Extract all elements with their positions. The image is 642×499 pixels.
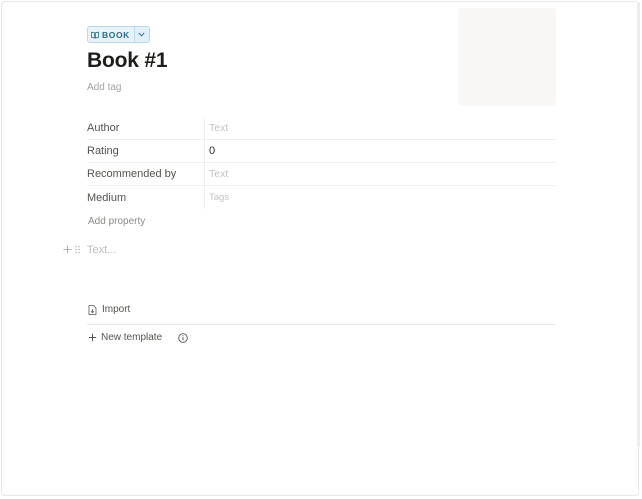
property-row-author: Author Text	[87, 117, 556, 140]
property-row-medium: Medium Tags	[87, 186, 556, 209]
properties-table: Author Text Rating 0 Recommended by Text…	[87, 117, 556, 209]
new-template-row: New template	[88, 332, 188, 343]
drag-handle-icon[interactable]	[74, 245, 81, 254]
import-button[interactable]: Import	[88, 304, 130, 315]
import-label: Import	[102, 304, 131, 315]
property-value-author[interactable]: Text	[205, 117, 556, 139]
file-import-icon	[88, 304, 97, 315]
divider	[87, 324, 556, 325]
page-title[interactable]: Book #1	[87, 49, 167, 73]
object-type-label: BOOK	[102, 29, 130, 40]
add-tag-button[interactable]: Add tag	[87, 82, 121, 93]
property-name[interactable]: Rating	[87, 140, 205, 162]
property-name[interactable]: Recommended by	[87, 163, 205, 185]
property-value-medium[interactable]: Tags	[205, 186, 556, 209]
new-template-button[interactable]: New template	[101, 332, 162, 343]
object-type-selector[interactable]: BOOK	[87, 26, 150, 43]
book-icon	[91, 31, 99, 39]
text-block-input[interactable]: Text...	[87, 244, 116, 256]
info-icon[interactable]	[178, 332, 188, 343]
property-row-rating: Rating 0	[87, 140, 556, 163]
chevron-down-icon	[138, 32, 145, 37]
scrollbar[interactable]	[637, 2, 640, 447]
property-value-recommended-by[interactable]: Text	[205, 163, 556, 185]
cover-image-placeholder[interactable]	[458, 8, 556, 106]
object-type-button[interactable]: BOOK	[88, 27, 134, 42]
add-property-button[interactable]: Add property	[88, 216, 145, 227]
object-type-dropdown-button[interactable]	[133, 27, 149, 42]
property-name[interactable]: Author	[87, 117, 205, 139]
plus-icon[interactable]	[88, 333, 97, 342]
property-row-recommended-by: Recommended by Text	[87, 163, 556, 186]
plus-icon[interactable]	[63, 245, 72, 254]
property-name[interactable]: Medium	[87, 186, 205, 209]
block-handles	[63, 245, 81, 254]
property-value-rating[interactable]: 0	[205, 140, 556, 162]
